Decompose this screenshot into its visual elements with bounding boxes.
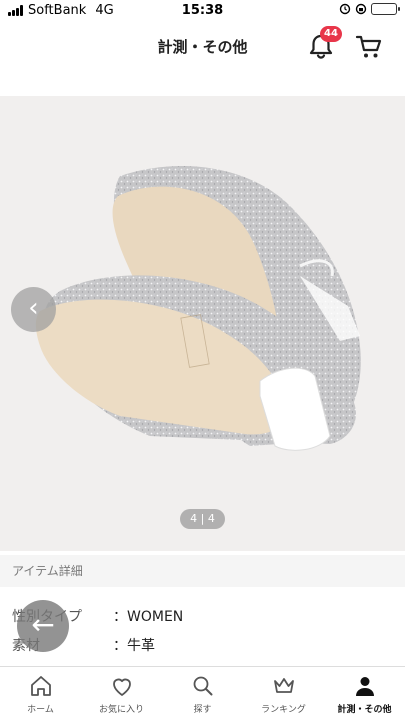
- tab-label: お気に入り: [98, 705, 144, 715]
- back-button[interactable]: ←: [17, 600, 69, 652]
- search-icon: [193, 676, 212, 696]
- status-bar: SoftBank 4G 15:38: [0, 0, 405, 22]
- tab-measure-other[interactable]: 計測・その他: [324, 667, 405, 720]
- tab-label: ホーム: [27, 705, 54, 715]
- tab-ranking[interactable]: ランキング: [243, 667, 324, 720]
- image-page-indicator: 4 | 4: [180, 509, 225, 529]
- detail-value: ：WOMEN: [113, 609, 184, 625]
- crown-icon: [273, 678, 294, 693]
- product-image: [35, 166, 361, 451]
- detail-value: ：牛革: [113, 638, 155, 654]
- chevron-left-icon: ‹: [28, 293, 39, 323]
- tab-label: 探す: [193, 705, 212, 715]
- notification-badge: 44: [320, 26, 342, 42]
- rotation-lock-icon: [355, 3, 367, 15]
- home-icon: [30, 676, 51, 696]
- heart-icon: [112, 678, 131, 696]
- status-right: [339, 3, 400, 15]
- prev-image-button[interactable]: ‹: [11, 287, 56, 332]
- battery-icon: [371, 3, 400, 15]
- alarm-icon: [339, 3, 351, 15]
- cart-icon[interactable]: [355, 33, 383, 61]
- tab-home[interactable]: ホーム: [0, 667, 81, 720]
- tab-label: ランキング: [261, 705, 306, 715]
- bottom-tab-bar: ホーム お気に入り 探す ランキング 計測・その他: [0, 666, 405, 720]
- person-icon: [355, 677, 374, 696]
- tab-favorites[interactable]: お気に入り: [81, 667, 162, 720]
- app-header: 計測・その他 44: [0, 22, 405, 70]
- tab-search[interactable]: 探す: [162, 667, 243, 720]
- item-details-header: アイテム詳細: [0, 555, 405, 587]
- arrow-left-icon: ←: [31, 608, 55, 641]
- product-image-gallery[interactable]: ‹: [0, 96, 405, 551]
- page-title: 計測・その他: [157, 38, 248, 56]
- tab-label: 計測・その他: [337, 705, 392, 715]
